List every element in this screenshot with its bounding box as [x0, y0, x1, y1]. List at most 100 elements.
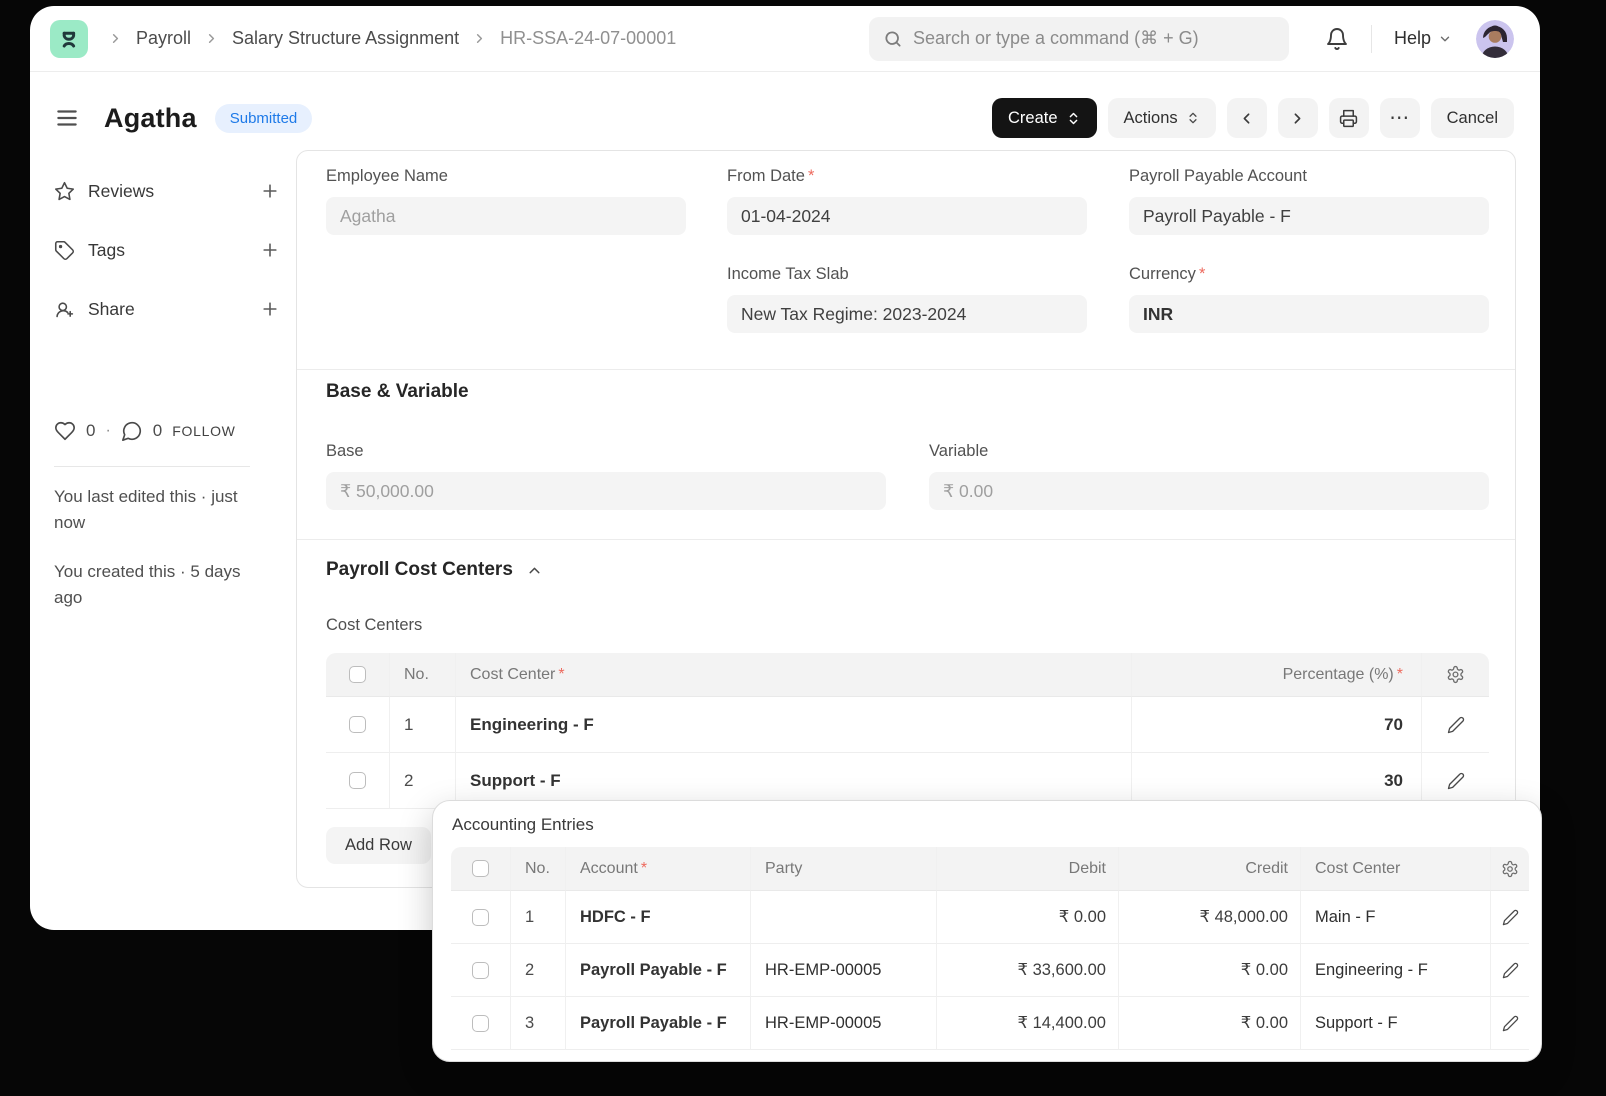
print-button[interactable]: [1329, 98, 1369, 138]
follow-button[interactable]: FOLLOW: [172, 423, 235, 439]
field-label-base: Base: [326, 442, 364, 461]
row-debit[interactable]: ₹ 33,600.00: [937, 944, 1119, 997]
status-badge: Submitted: [215, 104, 313, 133]
actions-button[interactable]: Actions: [1108, 98, 1216, 138]
edit-row-pencil-icon[interactable]: [1447, 772, 1465, 790]
sidebar-item-reviews[interactable]: Reviews: [54, 174, 280, 208]
table-settings-gear-icon[interactable]: [1501, 860, 1519, 878]
table-row[interactable]: 1 HDFC - F ₹ 0.00 ₹ 48,000.00 Main - F: [451, 891, 1529, 944]
row-credit[interactable]: ₹ 0.00: [1119, 997, 1301, 1050]
cost-centers-table-label: Cost Centers: [326, 616, 422, 635]
row-party[interactable]: [751, 891, 937, 944]
row-checkbox[interactable]: [472, 962, 489, 979]
currency-field[interactable]: INR: [1129, 295, 1489, 333]
cancel-button[interactable]: Cancel: [1431, 98, 1514, 138]
row-cost-center[interactable]: Engineering - F: [456, 697, 1132, 753]
row-credit[interactable]: ₹ 48,000.00: [1119, 891, 1301, 944]
comment-icon[interactable]: [121, 420, 143, 442]
help-menu[interactable]: Help: [1394, 28, 1452, 49]
chevrons-up-down-icon: [1186, 111, 1200, 125]
chevron-left-icon: [1238, 110, 1255, 127]
chevron-up-icon[interactable]: [526, 562, 543, 579]
accounting-entries-panel: Accounting Entries No. Account* Party De…: [432, 800, 1542, 1062]
edit-row-pencil-icon[interactable]: [1502, 909, 1519, 926]
star-icon: [54, 181, 75, 202]
row-party[interactable]: HR-EMP-00005: [751, 997, 937, 1050]
plus-icon: [260, 299, 280, 319]
header-cost-center: Cost Center*: [456, 653, 1132, 697]
more-options-button[interactable]: ⋯: [1380, 98, 1420, 138]
from-date-field[interactable]: 01-04-2024: [727, 197, 1087, 235]
row-account[interactable]: Payroll Payable - F: [566, 997, 751, 1050]
row-checkbox[interactable]: [349, 716, 366, 733]
select-all-checkbox[interactable]: [349, 666, 366, 683]
sidebar-item-share[interactable]: Share: [54, 292, 280, 326]
menu-hamburger-icon[interactable]: [54, 105, 80, 131]
create-button-label: Create: [1008, 109, 1058, 128]
base-field[interactable]: ₹ 50,000.00: [326, 472, 886, 510]
required-asterisk: *: [1199, 265, 1205, 283]
title-actions: Create Actions ⋯: [992, 98, 1514, 138]
add-review-button[interactable]: [260, 181, 280, 201]
table-settings-gear-icon[interactable]: [1446, 665, 1465, 684]
edit-row-pencil-icon[interactable]: [1502, 1015, 1519, 1032]
notifications-bell-icon[interactable]: [1325, 27, 1349, 51]
add-tag-button[interactable]: [260, 240, 280, 260]
income-tax-slab-field[interactable]: New Tax Regime: 2023-2024: [727, 295, 1087, 333]
user-avatar[interactable]: [1476, 20, 1514, 58]
row-debit[interactable]: ₹ 0.00: [937, 891, 1119, 944]
header-debit: Debit: [937, 847, 1119, 891]
field-label-payroll-payable-account: Payroll Payable Account: [1129, 167, 1489, 186]
row-credit[interactable]: ₹ 0.00: [1119, 944, 1301, 997]
top-navbar: Payroll Salary Structure Assignment HR-S…: [30, 6, 1540, 72]
page-title: Agatha: [104, 103, 197, 134]
heart-icon[interactable]: [54, 420, 76, 442]
row-percentage[interactable]: 70: [1132, 697, 1422, 753]
breadcrumb-salary-structure-assignment[interactable]: Salary Structure Assignment: [232, 28, 459, 49]
row-account[interactable]: Payroll Payable - F: [566, 944, 751, 997]
row-account[interactable]: HDFC - F: [566, 891, 751, 944]
next-document-button[interactable]: [1278, 98, 1318, 138]
chevron-down-icon: [1438, 32, 1452, 46]
app-logo-icon[interactable]: [50, 20, 88, 58]
table-row[interactable]: 3 Payroll Payable - F HR-EMP-00005 ₹ 14,…: [451, 997, 1529, 1050]
plus-icon: [260, 240, 280, 260]
employee-name-field[interactable]: Agatha: [326, 197, 686, 235]
left-sidebar: Reviews Tags Share: [44, 174, 290, 351]
row-cost-center[interactable]: Support - F: [1301, 997, 1491, 1050]
row-checkbox[interactable]: [472, 909, 489, 926]
table-row[interactable]: 1 Engineering - F 70: [326, 697, 1489, 753]
variable-field[interactable]: ₹ 0.00: [929, 472, 1489, 510]
breadcrumb: Payroll Salary Structure Assignment HR-S…: [108, 28, 676, 49]
edit-row-pencil-icon[interactable]: [1502, 962, 1519, 979]
document-header: Agatha Submitted Create Actions: [30, 90, 1540, 146]
accounting-table-header: No. Account* Party Debit Credit Cost Cen…: [451, 847, 1529, 891]
edit-row-pencil-icon[interactable]: [1447, 716, 1465, 734]
accounting-entries-title: Accounting Entries: [452, 815, 594, 835]
row-party[interactable]: HR-EMP-00005: [751, 944, 937, 997]
add-row-button[interactable]: Add Row: [326, 827, 431, 864]
search-icon: [883, 29, 903, 49]
previous-document-button[interactable]: [1227, 98, 1267, 138]
select-all-checkbox[interactable]: [472, 860, 489, 877]
field-label-variable: Variable: [929, 442, 988, 461]
chevron-right-icon: [472, 31, 487, 46]
add-share-button[interactable]: [260, 299, 280, 319]
row-debit[interactable]: ₹ 14,400.00: [937, 997, 1119, 1050]
header-cost-center: Cost Center: [1301, 847, 1491, 891]
breadcrumb-payroll[interactable]: Payroll: [136, 28, 191, 49]
row-checkbox[interactable]: [349, 772, 366, 789]
row-no: 1: [511, 891, 566, 944]
row-checkbox[interactable]: [472, 1015, 489, 1032]
search-input[interactable]: [913, 28, 1275, 49]
row-cost-center[interactable]: Engineering - F: [1301, 944, 1491, 997]
field-label-income-tax-slab: Income Tax Slab: [727, 265, 1087, 284]
row-cost-center[interactable]: Main - F: [1301, 891, 1491, 944]
table-row[interactable]: 2 Payroll Payable - F HR-EMP-00005 ₹ 33,…: [451, 944, 1529, 997]
sidebar-item-tags[interactable]: Tags: [54, 233, 280, 267]
ellipsis-icon: ⋯: [1389, 108, 1410, 128]
payroll-payable-account-field[interactable]: Payroll Payable - F: [1129, 197, 1489, 235]
create-button[interactable]: Create: [992, 98, 1097, 138]
global-search[interactable]: [869, 17, 1289, 61]
tag-icon: [54, 240, 75, 261]
